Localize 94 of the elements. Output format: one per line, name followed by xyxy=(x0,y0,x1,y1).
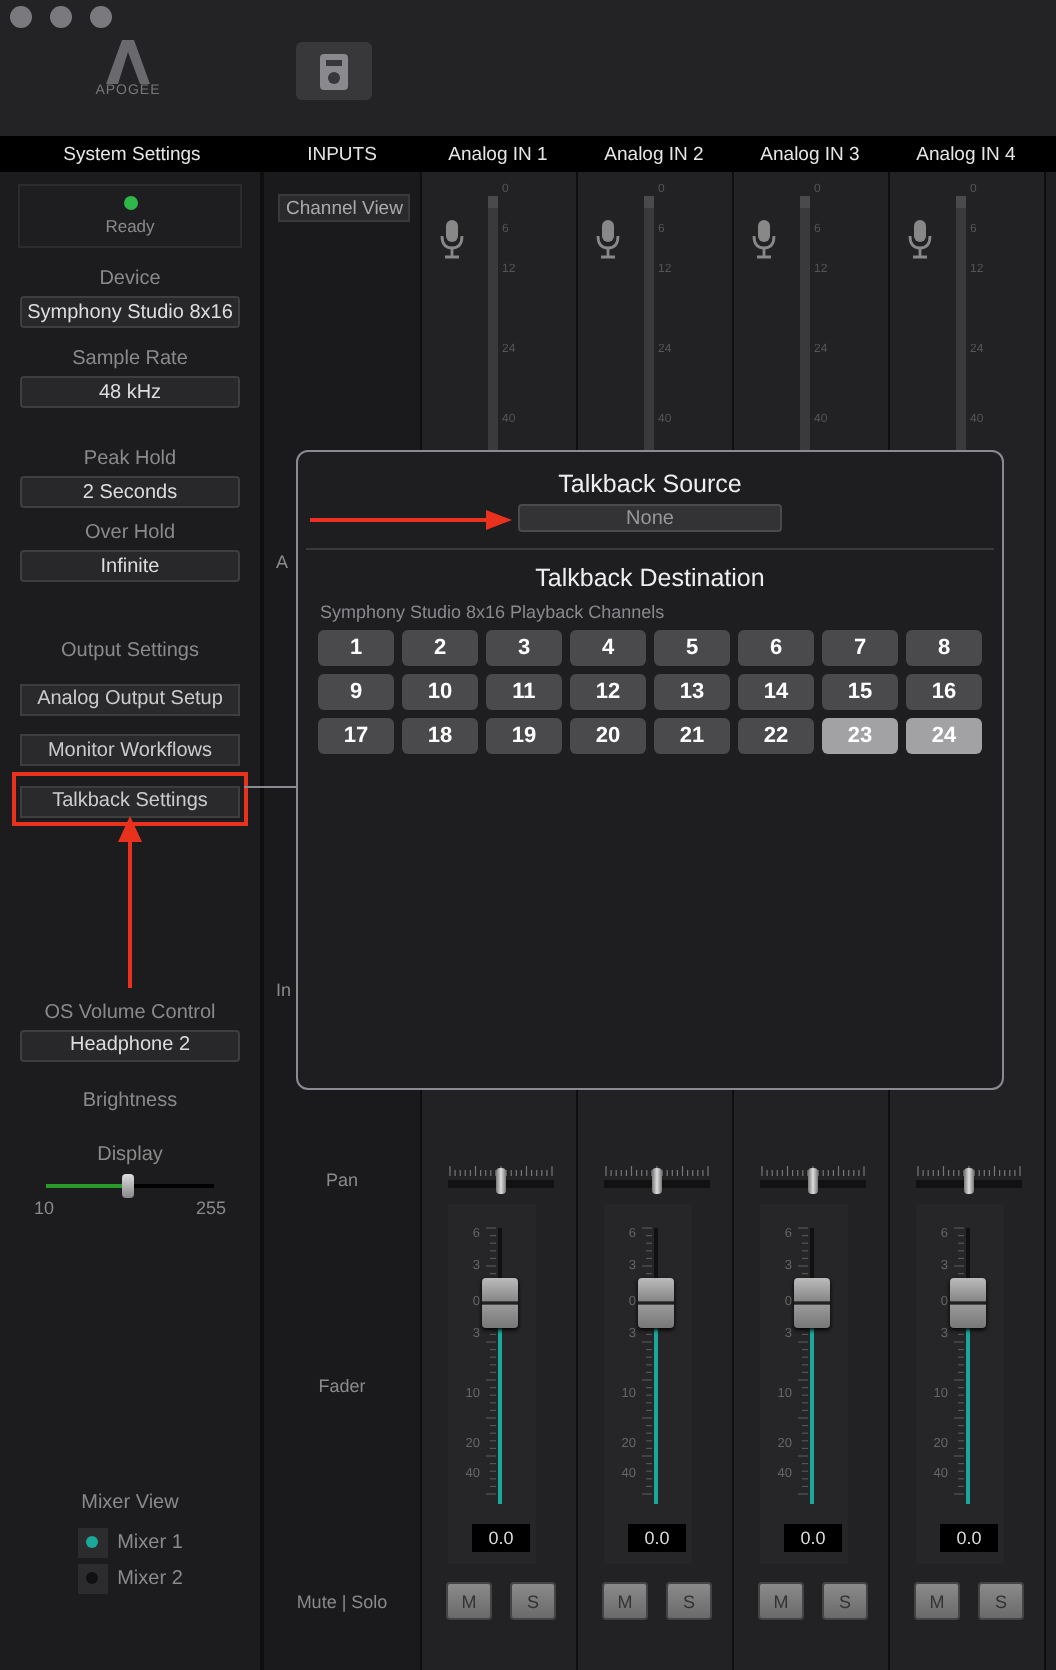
channel-view-button[interactable]: Channel View xyxy=(278,194,411,222)
field-label: Peak Hold xyxy=(83,448,177,472)
field-label: Over Hold xyxy=(84,522,175,546)
fader-value: 0.0 xyxy=(940,1524,998,1552)
pan-slider[interactable] xyxy=(448,1166,554,1194)
channel-button[interactable]: 3 xyxy=(486,630,562,666)
value-field[interactable]: Headphone 2 xyxy=(20,1029,240,1061)
row-label: Mute | Solo xyxy=(294,1591,390,1611)
pan-slider[interactable] xyxy=(604,1166,710,1194)
mixer-radio[interactable]: Mixer 2 xyxy=(77,1563,183,1593)
pan-scale xyxy=(448,1166,554,1194)
dialog-title: Talkback Source xyxy=(558,470,742,498)
pan-scale xyxy=(760,1166,866,1194)
channel-button[interactable]: 1 xyxy=(318,630,394,666)
window-button[interactable] xyxy=(10,6,32,28)
pan-slider[interactable] xyxy=(916,1166,1022,1194)
slider-label: Display xyxy=(97,1143,163,1167)
mixer-radio[interactable]: Mixer 1 xyxy=(77,1527,183,1557)
microphone-icon[interactable] xyxy=(752,220,776,260)
field-label: OS Volume Control xyxy=(44,1001,216,1025)
row-label: Pan xyxy=(323,1170,360,1190)
window-button[interactable] xyxy=(50,6,72,28)
channel-button[interactable]: 8 xyxy=(906,630,982,666)
pan-thumb[interactable] xyxy=(496,1168,506,1194)
section-label: Output Settings xyxy=(61,640,199,664)
status-label: Ready xyxy=(105,216,155,236)
pan-scale xyxy=(916,1166,1022,1194)
channel-name: Analog IN 2 xyxy=(602,141,706,169)
channel-button[interactable]: 13 xyxy=(654,674,730,710)
channel-button[interactable]: 9 xyxy=(318,674,394,710)
fader-thumb[interactable] xyxy=(794,1277,830,1328)
window-button[interactable] xyxy=(90,6,112,28)
fader-thumb[interactable] xyxy=(638,1277,674,1328)
slider-thumb[interactable] xyxy=(122,1173,135,1197)
logo-icon xyxy=(106,40,150,84)
fader-value: 0.0 xyxy=(628,1524,686,1552)
row-label: Fader xyxy=(316,1376,368,1396)
pan-scale xyxy=(604,1166,710,1194)
channel-button[interactable]: 2 xyxy=(402,630,478,666)
channel-button[interactable]: 18 xyxy=(402,718,478,754)
channel-button[interactable]: 7 xyxy=(822,630,898,666)
speaker-icon xyxy=(320,53,348,89)
channel-button[interactable]: 19 xyxy=(486,718,562,754)
settings-button[interactable]: Analog Output Setup xyxy=(20,683,240,715)
radio-icon[interactable] xyxy=(77,1527,108,1557)
header-title: System Settings xyxy=(61,141,203,169)
channel-button[interactable]: 20 xyxy=(570,718,646,754)
channel-button[interactable]: 4 xyxy=(570,630,646,666)
pan-slider[interactable] xyxy=(760,1166,866,1194)
value-field[interactable]: Infinite xyxy=(20,550,240,582)
row-label: A xyxy=(276,552,289,572)
microphone-icon[interactable] xyxy=(596,220,620,260)
radio-icon[interactable] xyxy=(77,1563,108,1593)
channel-button[interactable]: 22 xyxy=(738,718,814,754)
channel-button[interactable]: 5 xyxy=(654,630,730,666)
source-dropdown[interactable]: None xyxy=(518,504,782,532)
microphone-icon[interactable] xyxy=(440,220,464,260)
channel-name: Analog IN 1 xyxy=(446,141,550,169)
fader-thumb[interactable] xyxy=(950,1277,986,1328)
fader-value: 0.0 xyxy=(472,1524,530,1552)
fader-thumb[interactable] xyxy=(482,1277,518,1328)
channel-button[interactable]: 12 xyxy=(570,674,646,710)
channel-button[interactable]: 21 xyxy=(654,718,730,754)
dialog-subtitle: Symphony Studio 8x16 Playback Channels xyxy=(320,602,665,622)
channel-button[interactable]: 14 xyxy=(738,674,814,710)
channel-button[interactable]: 16 xyxy=(906,674,982,710)
dialog-title: Talkback Destination xyxy=(535,564,765,592)
pan-thumb[interactable] xyxy=(808,1168,818,1194)
field-label: Device xyxy=(99,268,161,292)
settings-button[interactable]: Monitor Workflows xyxy=(20,734,240,766)
section-label: Mixer View xyxy=(81,1491,179,1515)
pan-thumb[interactable] xyxy=(964,1168,974,1194)
max-label: 255 xyxy=(195,1197,226,1217)
brightness-slider[interactable] xyxy=(46,1173,214,1197)
field-label: Sample Rate xyxy=(72,348,188,372)
value-field[interactable]: Symphony Studio 8x16 xyxy=(20,296,240,328)
channel-button[interactable]: 6 xyxy=(738,630,814,666)
value-field[interactable]: 48 kHz xyxy=(20,376,240,408)
channel-button[interactable]: 11 xyxy=(486,674,562,710)
value-field[interactable]: 2 Seconds xyxy=(20,476,240,508)
device-button[interactable] xyxy=(296,42,372,100)
row-label: In xyxy=(276,980,292,1000)
channel-button[interactable]: 10 xyxy=(402,674,478,710)
channel-name: Analog IN 3 xyxy=(758,141,862,169)
channel-name: Analog IN 4 xyxy=(914,141,1018,169)
channel-button[interactable]: 17 xyxy=(318,718,394,754)
section-label: Brightness xyxy=(82,1089,178,1113)
pan-thumb[interactable] xyxy=(652,1168,662,1194)
fader-value: 0.0 xyxy=(784,1524,842,1552)
microphone-icon[interactable] xyxy=(908,220,932,260)
channel-button[interactable]: 15 xyxy=(822,674,898,710)
settings-button[interactable]: Talkback Settings xyxy=(20,785,240,817)
min-label: 10 xyxy=(34,1197,55,1217)
header-title: INPUTS xyxy=(305,141,379,169)
